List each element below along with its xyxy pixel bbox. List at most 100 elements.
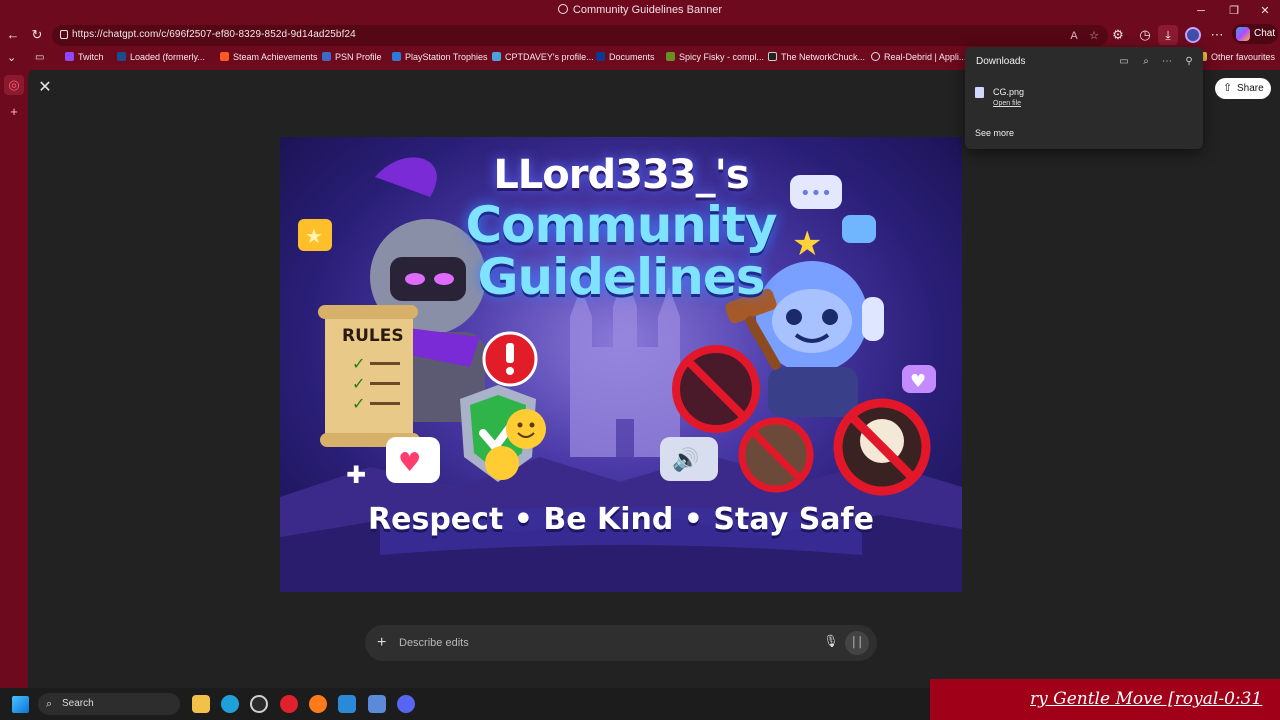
no-toxicity-sign [672, 345, 760, 433]
copilot-chat-button[interactable]: Chat [1232, 24, 1278, 44]
address-url: https://chatgpt.com/c/696f2507-ef80-8329… [72, 29, 356, 40]
steam-profile-icon [492, 52, 501, 61]
firefox-icon[interactable] [309, 695, 327, 713]
title-bar: Community Guidelines Banner ─ ❐ ✕ [0, 0, 1280, 22]
bookmark-label: Loaded (formerly... [130, 52, 205, 62]
windows-start-icon[interactable] [12, 696, 29, 713]
banner-title-main: Community Guidelines [280, 199, 962, 303]
bookmark-networkchuck[interactable]: The NetworkChuck... [768, 52, 865, 62]
share-button[interactable]: ⇧ Share [1215, 78, 1271, 99]
steam-taskbar-icon[interactable] [250, 695, 268, 713]
discord-icon[interactable] [397, 695, 415, 713]
now-playing-text: ry Gentle Move [royal-0:31 [1030, 689, 1263, 709]
profile-avatar[interactable] [1185, 27, 1201, 43]
bookmark-label: The NetworkChuck... [781, 52, 866, 62]
spicy-fisky-icon [666, 52, 675, 61]
read-aloud-icon[interactable]: A [1066, 28, 1082, 44]
search-downloads-icon[interactable]: ⌕ [1139, 55, 1153, 69]
add-attachment-icon[interactable]: + [377, 633, 386, 653]
loaded-icon [117, 52, 126, 61]
bookmark-trophies[interactable]: PlayStation Trophies [392, 52, 488, 62]
bookmark-label: Steam Achievements [233, 52, 318, 62]
steam-icon [220, 52, 229, 61]
bookmark-label: Spicy Fisky - compl... [679, 52, 765, 62]
chevron-down-icon[interactable]: ⌄ [7, 51, 16, 64]
bookmark-cptdavey[interactable]: CPTDAVEY's profile... [492, 52, 594, 62]
browser-sidebar: ◎ + [0, 70, 28, 688]
pin-icon[interactable]: ⚲ [1182, 55, 1196, 69]
downloads-panel: Downloads ▭ ⌕ ⋯ ⚲ CG.png Open file See m… [965, 47, 1203, 149]
playstation-icon [392, 52, 401, 61]
bookmark-other-favourites[interactable]: Other favourites [1198, 52, 1275, 62]
window-title-text: Community Guidelines Banner [572, 4, 723, 16]
bookmark-spicy-fisky[interactable]: Spicy Fisky - compl... [666, 52, 764, 62]
bookmark-label: Twitch [78, 52, 104, 62]
edge-icon[interactable] [221, 695, 239, 713]
see-more-link[interactable]: See more [975, 128, 1014, 138]
svg-text:♥: ♥ [398, 448, 421, 478]
banner-title-owner: LLord333_'s [493, 152, 749, 198]
open-folder-icon[interactable]: ▭ [1117, 55, 1131, 69]
bookmark-label: Real-Debrid | Appli... [884, 52, 967, 62]
banner-title-guidelines: Guidelines [477, 248, 765, 306]
bookmark-real-debrid[interactable]: Real-Debrid | Appli... [871, 52, 966, 62]
search-label: Search [62, 698, 94, 709]
store-icon[interactable] [368, 695, 386, 713]
download-file-name[interactable]: CG.png [993, 87, 1024, 97]
address-bar[interactable]: https://chatgpt.com/c/696f2507-ef80-8329… [52, 25, 1108, 46]
refresh-button[interactable]: ↻ [27, 25, 47, 45]
chatgpt-tab-icon[interactable]: ◎ [4, 75, 24, 95]
bookmark-label: PlayStation Trophies [405, 52, 488, 62]
close-window-button[interactable]: ✕ [1250, 2, 1280, 20]
history-icon[interactable]: ◷ [1135, 25, 1155, 45]
vscode-icon[interactable] [338, 695, 356, 713]
window-title: Community Guidelines Banner [0, 4, 1280, 16]
maximize-button[interactable]: ❐ [1219, 2, 1249, 20]
chat-label: Chat [1254, 28, 1276, 39]
svg-text:🔊: 🔊 [672, 446, 699, 473]
microphone-icon[interactable]: 🎙 [823, 634, 839, 652]
open-file-link[interactable]: Open file [993, 100, 1021, 107]
bookmark-label: Documents [609, 52, 655, 62]
describe-edits-bar: + 🎙 ⏐⏐ [365, 625, 877, 661]
no-nsfw-sign [738, 417, 814, 493]
bookmark-documents[interactable]: Documents [596, 52, 655, 62]
back-button[interactable]: ← [3, 25, 23, 45]
chatgpt-icon [557, 4, 568, 14]
bookmark-loaded[interactable]: Loaded (formerly... [117, 52, 205, 62]
lock-icon [60, 30, 68, 39]
downloads-button[interactable]: ⤓ [1158, 25, 1178, 45]
now-playing-overlay: ry Gentle Move [royal-0:31 [930, 679, 1280, 720]
bookmark-label: PSN Profile [335, 52, 382, 62]
close-viewer-icon[interactable]: ✕ [37, 80, 53, 96]
bookmark-label: Other favourites [1211, 52, 1276, 62]
minimize-button[interactable]: ─ [1186, 2, 1216, 20]
extensions-icon[interactable]: ⚙ [1108, 25, 1128, 45]
bookmark-label: CPTDAVEY's profile... [505, 52, 594, 62]
networkchuck-icon [768, 52, 777, 61]
bookmark-twitch[interactable]: Twitch [65, 52, 104, 62]
banner-tagline: Respect • Be Kind • Stay Safe [368, 502, 874, 537]
taskbar-search[interactable]: ⌕ Search [38, 693, 180, 715]
svg-text:✓: ✓ [352, 354, 365, 373]
generated-banner-image: ✓ ✓ ✓ ♥ ✚ ★ ••• ★ ♥ 🔊 LLord333_'s Commun… [280, 137, 962, 592]
heart-eyes-emoji [485, 446, 519, 480]
favorite-star-icon[interactable]: ☆ [1086, 28, 1102, 44]
twitch-icon [65, 52, 74, 61]
more-options-icon[interactable]: ⋯ [1160, 55, 1174, 69]
copilot-icon [1236, 27, 1250, 41]
svg-text:✓: ✓ [352, 374, 365, 393]
bookmark-steam[interactable]: Steam Achievements [220, 52, 318, 62]
new-tab-icon[interactable]: + [4, 102, 24, 122]
file-explorer-icon[interactable] [192, 695, 210, 713]
bookmark-psn[interactable]: PSN Profile [322, 52, 382, 62]
address-row: ← ↻ https://chatgpt.com/c/696f2507-ef80-… [0, 22, 1280, 48]
recording-app-icon[interactable] [280, 695, 298, 713]
describe-edits-input[interactable] [399, 633, 799, 653]
voice-mode-button[interactable]: ⏐⏐ [845, 631, 869, 655]
reading-list-icon[interactable]: ▭ [35, 52, 44, 63]
search-icon: ⌕ [46, 698, 53, 710]
downloads-title: Downloads [976, 56, 1026, 67]
image-file-icon [975, 87, 984, 98]
more-menu-icon[interactable]: ⋯ [1207, 25, 1227, 45]
